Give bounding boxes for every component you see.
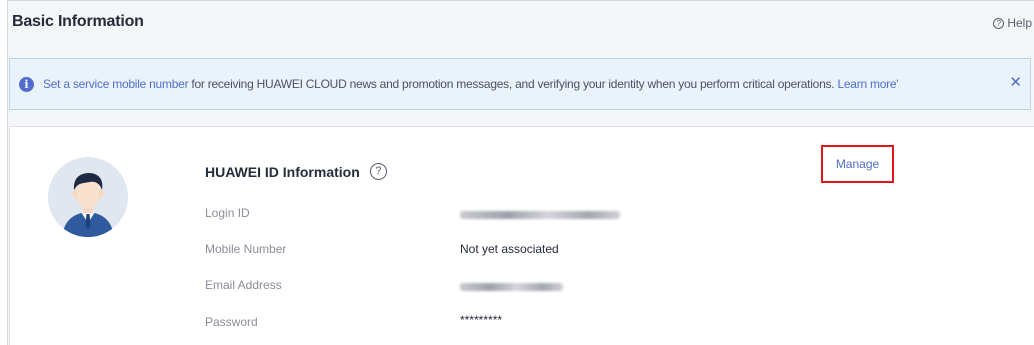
question-circle-icon[interactable]: ? xyxy=(369,163,387,180)
login-id-value xyxy=(460,208,620,222)
notice-banner: i Set a service mobile number for receiv… xyxy=(9,58,1031,110)
email-address-value xyxy=(460,280,563,294)
password-label: Password xyxy=(205,315,258,329)
password-value: ********* xyxy=(460,313,503,327)
learn-more-link[interactable]: Learn more' xyxy=(837,77,898,91)
section-title: HUAWEI ID Information ? xyxy=(205,163,387,180)
email-address-label: Email Address xyxy=(205,278,282,292)
question-circle-icon: ? xyxy=(993,17,1005,29)
redacted-value xyxy=(460,211,620,219)
section-title-text: HUAWEI ID Information xyxy=(205,163,360,180)
profile-card: HUAWEI ID Information ? Manage Login ID … xyxy=(9,126,1034,345)
info-icon: i xyxy=(19,76,34,92)
set-mobile-link[interactable]: Set a service mobile number xyxy=(43,77,189,91)
notice-text: Set a service mobile number for receivin… xyxy=(43,77,899,91)
close-icon[interactable]: ✕ xyxy=(1009,75,1022,91)
manage-button[interactable]: Manage xyxy=(821,145,894,183)
help-label: Help xyxy=(1007,16,1032,30)
mobile-number-label: Mobile Number xyxy=(205,242,287,256)
mobile-number-value: Not yet associated xyxy=(460,242,559,256)
help-link[interactable]: ? Help xyxy=(993,16,1032,30)
page-header: Basic Information ? Help xyxy=(8,0,1034,45)
login-id-label: Login ID xyxy=(205,206,250,220)
user-avatar-icon xyxy=(48,157,128,237)
notice-body: for receiving HUAWEI CLOUD news and prom… xyxy=(188,77,838,91)
page-title: Basic Information xyxy=(12,13,144,30)
redacted-value xyxy=(460,283,563,291)
avatar xyxy=(48,157,128,237)
